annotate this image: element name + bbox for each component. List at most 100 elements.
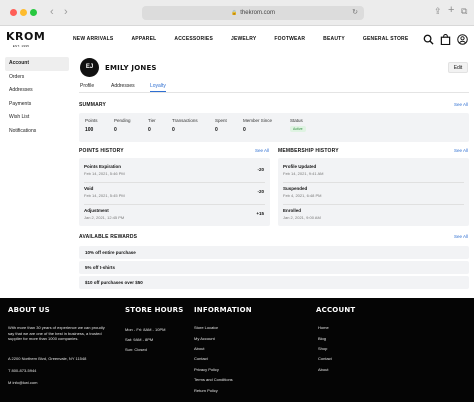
new-tab-icon[interactable]: + (448, 4, 454, 16)
account-main: EJ EMILY JONES Edit Profile Addresses Lo… (79, 56, 469, 289)
reward-item[interactable]: 5% off t-shirts (79, 261, 469, 274)
minimize-window-button[interactable] (20, 9, 27, 16)
history-date: Jan 2, 2021, 12:45 PM (84, 215, 125, 220)
share-icon[interactable]: ⇪ (434, 6, 442, 17)
reward-item[interactable]: 10% off entire purchase (79, 246, 469, 259)
footer-hours-line: Sun: Closed (125, 347, 147, 352)
rewards-see-all-link[interactable]: See All (454, 234, 468, 239)
edit-profile-button[interactable]: Edit (448, 62, 468, 73)
summary-pending: Pending 0 (114, 118, 131, 133)
summary-member-since: Member Since 0 (243, 118, 272, 133)
tab-addresses[interactable]: Addresses (111, 83, 135, 89)
summary-label: Pending (114, 118, 131, 123)
summary-transactions: Transactions 0 (172, 118, 198, 133)
membership-history-header: MEMBERSHIP HISTORY See All (278, 148, 469, 154)
profile-name: EMILY JONES (105, 64, 157, 72)
tab-profile[interactable]: Profile (80, 83, 94, 89)
account-sidebar: Account Orders Addresses Payments Wish L… (5, 57, 69, 138)
summary-label: Status (290, 118, 303, 123)
history-date: Feb 14, 2021, 5:46 PM (84, 171, 125, 176)
points-history-see-all-link[interactable]: See All (255, 148, 269, 153)
close-window-button[interactable] (10, 9, 17, 16)
summary-points: Points 100 (85, 118, 98, 133)
browser-toolbar: ‹ › 🔒 thekrom.com ↻ ⇪ + ⧉ (0, 0, 474, 26)
footer-link-home[interactable]: Home (318, 325, 329, 330)
footer-link-blog[interactable]: Blog (318, 336, 326, 341)
footer-link-return-policy[interactable]: Return Policy (194, 388, 218, 393)
status-badge: Active (290, 126, 306, 132)
reload-icon[interactable]: ↻ (352, 6, 358, 20)
tabs-overview-icon[interactable]: ⧉ (461, 6, 467, 17)
history-date: Feb 14, 2021, 9:41 AM (283, 171, 324, 176)
summary-value: 0 (148, 127, 151, 133)
sidebar-item-payments[interactable]: Payments (5, 98, 69, 112)
search-icon[interactable] (423, 34, 434, 45)
sidebar-item-addresses[interactable]: Addresses (5, 84, 69, 98)
divider (84, 204, 265, 205)
footer-link-about[interactable]: About (194, 346, 204, 351)
krom-logo[interactable]: KROM EST. 1995 (6, 30, 46, 49)
forward-icon[interactable]: › (64, 6, 68, 18)
summary-label: Points (85, 118, 98, 123)
sidebar-item-account[interactable]: Account (5, 57, 69, 71)
footer-link-privacy-policy[interactable]: Privacy Policy (194, 367, 219, 372)
rewards-title: AVAILABLE REWARDS (79, 234, 138, 240)
sidebar-item-wish-list[interactable]: Wish List (5, 111, 69, 125)
divider (283, 182, 464, 183)
sidebar-item-notifications[interactable]: Notifications (5, 125, 69, 139)
user-icon[interactable] (457, 34, 468, 45)
back-icon[interactable]: ‹ (50, 6, 54, 18)
summary-label: Member Since (243, 118, 273, 123)
profile-tabs: Profile Addresses Loyalty (79, 83, 469, 93)
divider (283, 204, 464, 205)
footer-link-my-account[interactable]: My Account (194, 336, 215, 341)
summary-label: Spent (215, 118, 227, 123)
footer-address: A 2200 Northern Blvd, Greenvale, NY 1154… (8, 356, 87, 361)
summary-panel: Points 100 Pending 0 Tier 0 Transactions… (79, 113, 469, 142)
summary-value: 0 (243, 127, 246, 133)
footer-link-contact[interactable]: Contact (318, 356, 332, 361)
history-amount: -20 (257, 167, 264, 172)
points-history-title: POINTS HISTORY (79, 148, 124, 154)
footer-link-terms[interactable]: Terms and Conditions (194, 377, 233, 382)
membership-history-see-all-link[interactable]: See All (454, 148, 468, 153)
logo-text: KROM (6, 30, 46, 43)
nav-footwear[interactable]: FOOTWEAR (274, 36, 305, 42)
summary-value: 0 (114, 127, 117, 133)
footer-link-shop[interactable]: Shop (318, 346, 327, 351)
maximize-window-button[interactable] (30, 9, 37, 16)
nav-apparel[interactable]: APPAREL (131, 36, 156, 42)
bag-icon[interactable] (440, 34, 451, 45)
summary-header: SUMMARY See All (79, 102, 469, 108)
main-navigation: NEW ARRIVALS APPAREL ACCESSORIES JEWELRY… (73, 36, 426, 42)
address-bar[interactable]: 🔒 thekrom.com ↻ (142, 6, 364, 20)
summary-spent: Spent 0 (215, 118, 227, 133)
membership-history-title: MEMBERSHIP HISTORY (278, 148, 339, 154)
footer-email[interactable]: M info@kwi.com (8, 380, 37, 386)
history-date: Feb 14, 2021, 5:45 PM (84, 193, 125, 198)
points-history-header: POINTS HISTORY See All (79, 148, 270, 154)
nav-accessories[interactable]: ACCESSORIES (174, 36, 213, 42)
sidebar-item-orders[interactable]: Orders (5, 71, 69, 85)
footer-hours-line: Mon - Fri: 8AM - 10PM (125, 327, 166, 332)
summary-tier: Tier 0 (148, 118, 156, 133)
history-title: Adjustment (84, 208, 109, 213)
nav-general-store[interactable]: GENERAL STORE (363, 36, 408, 42)
footer-phone[interactable]: T 800-873-5944 (8, 368, 36, 374)
summary-label: Tier (148, 118, 156, 123)
nav-beauty[interactable]: BEAUTY (323, 36, 345, 42)
site-footer: ABOUT US With more than 30 years of expe… (0, 298, 474, 402)
tab-loyalty[interactable]: Loyalty (150, 83, 166, 92)
footer-link-contact[interactable]: Contact (194, 356, 208, 361)
reward-item[interactable]: $10 off purchases over $50 (79, 276, 469, 289)
footer-link-store-locator[interactable]: Store Locator (194, 325, 218, 330)
nav-new-arrivals[interactable]: NEW ARRIVALS (73, 36, 113, 42)
list-item: Enrolled Jan 2, 2021, 9:00 AM (283, 208, 463, 220)
footer-information-title: INFORMATION (194, 306, 252, 314)
footer-link-about[interactable]: About (318, 367, 328, 372)
summary-see-all-link[interactable]: See All (454, 102, 468, 107)
history-date: Jan 2, 2021, 9:00 AM (283, 215, 321, 220)
logo-subtext: EST. 1995 (12, 44, 30, 48)
summary-value: 0 (172, 127, 175, 133)
nav-jewelry[interactable]: JEWELRY (231, 36, 256, 42)
